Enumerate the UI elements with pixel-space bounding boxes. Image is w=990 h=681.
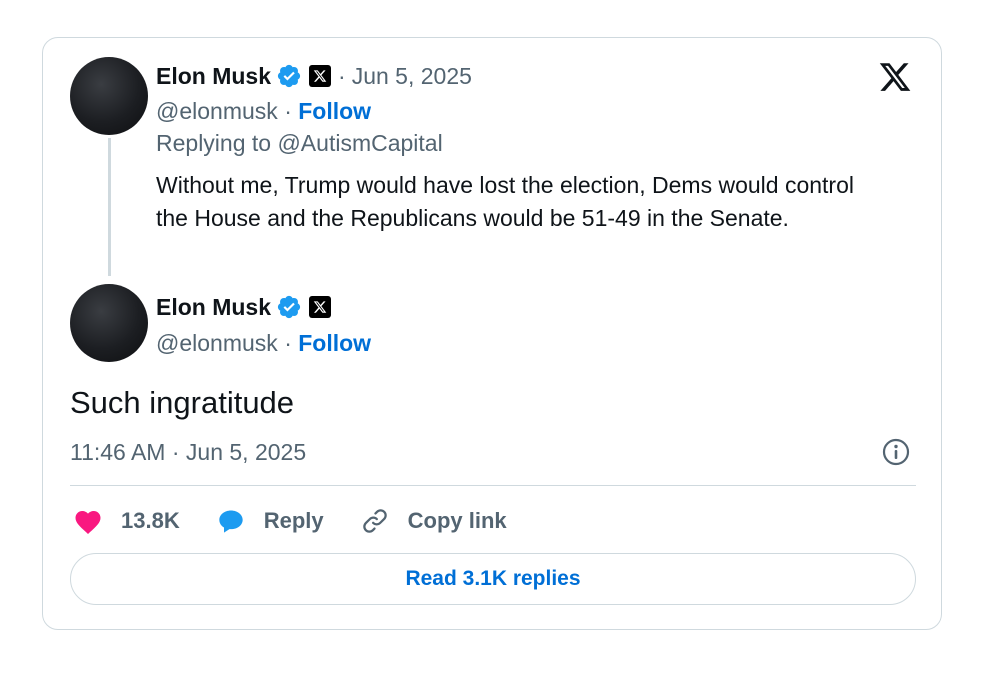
divider <box>70 485 916 486</box>
quoted-author-row: Elon Musk · Jun 5, 2025 <box>156 61 472 91</box>
copy-link-label: Copy link <box>407 508 507 533</box>
handle-separator: · <box>284 98 299 124</box>
follow-button[interactable]: Follow <box>298 330 371 356</box>
action-bar: 13.8K Reply Copy link <box>73 504 543 538</box>
like-count: 13.8K <box>121 508 180 533</box>
like-button[interactable]: 13.8K <box>73 507 180 535</box>
quoted-tweet-text: Without me, Trump would have lost the el… <box>156 172 854 231</box>
x-logo-icon[interactable] <box>876 60 914 94</box>
author-handle[interactable]: @elonmusk <box>156 98 278 124</box>
copy-link-button[interactable]: Copy link <box>360 506 507 536</box>
x-affiliate-badge-icon <box>309 65 332 87</box>
verified-badge-icon <box>277 64 301 88</box>
author-handle[interactable]: @elonmusk <box>156 330 278 356</box>
tweet-date[interactable]: Jun 5, 2025 <box>352 63 472 90</box>
reply-button[interactable]: Reply <box>216 507 324 535</box>
tweet-timestamp[interactable]: 11:46 AM · Jun 5, 2025 <box>70 439 306 466</box>
read-replies-button[interactable]: Read 3.1K replies <box>70 553 916 605</box>
follow-button[interactable]: Follow <box>298 98 371 124</box>
handle-separator: · <box>284 330 299 356</box>
reply-label: Reply <box>263 508 324 533</box>
tweet-text: Such ingratitude <box>70 385 295 420</box>
info-icon[interactable] <box>881 437 911 467</box>
date-separator: · <box>338 62 346 89</box>
verified-badge-icon <box>277 295 301 319</box>
thread-connector-line <box>108 138 111 276</box>
heart-icon <box>75 511 101 534</box>
tweet-embed-card: Elon Musk · Jun 5, 2025 @elonmusk · Foll… <box>42 37 942 630</box>
main-author-row: Elon Musk <box>156 292 332 322</box>
x-affiliate-badge-icon <box>309 296 332 318</box>
quoted-handle-row: @elonmusk · Follow <box>156 96 371 126</box>
avatar[interactable] <box>70 57 148 135</box>
link-icon <box>362 509 387 533</box>
author-name[interactable]: Elon Musk <box>156 294 271 321</box>
main-handle-row: @elonmusk · Follow <box>156 328 371 358</box>
avatar[interactable] <box>70 284 148 362</box>
speech-bubble-icon <box>219 510 243 533</box>
author-name[interactable]: Elon Musk <box>156 63 271 90</box>
replying-to-label: Replying to @AutismCapital <box>156 130 443 156</box>
